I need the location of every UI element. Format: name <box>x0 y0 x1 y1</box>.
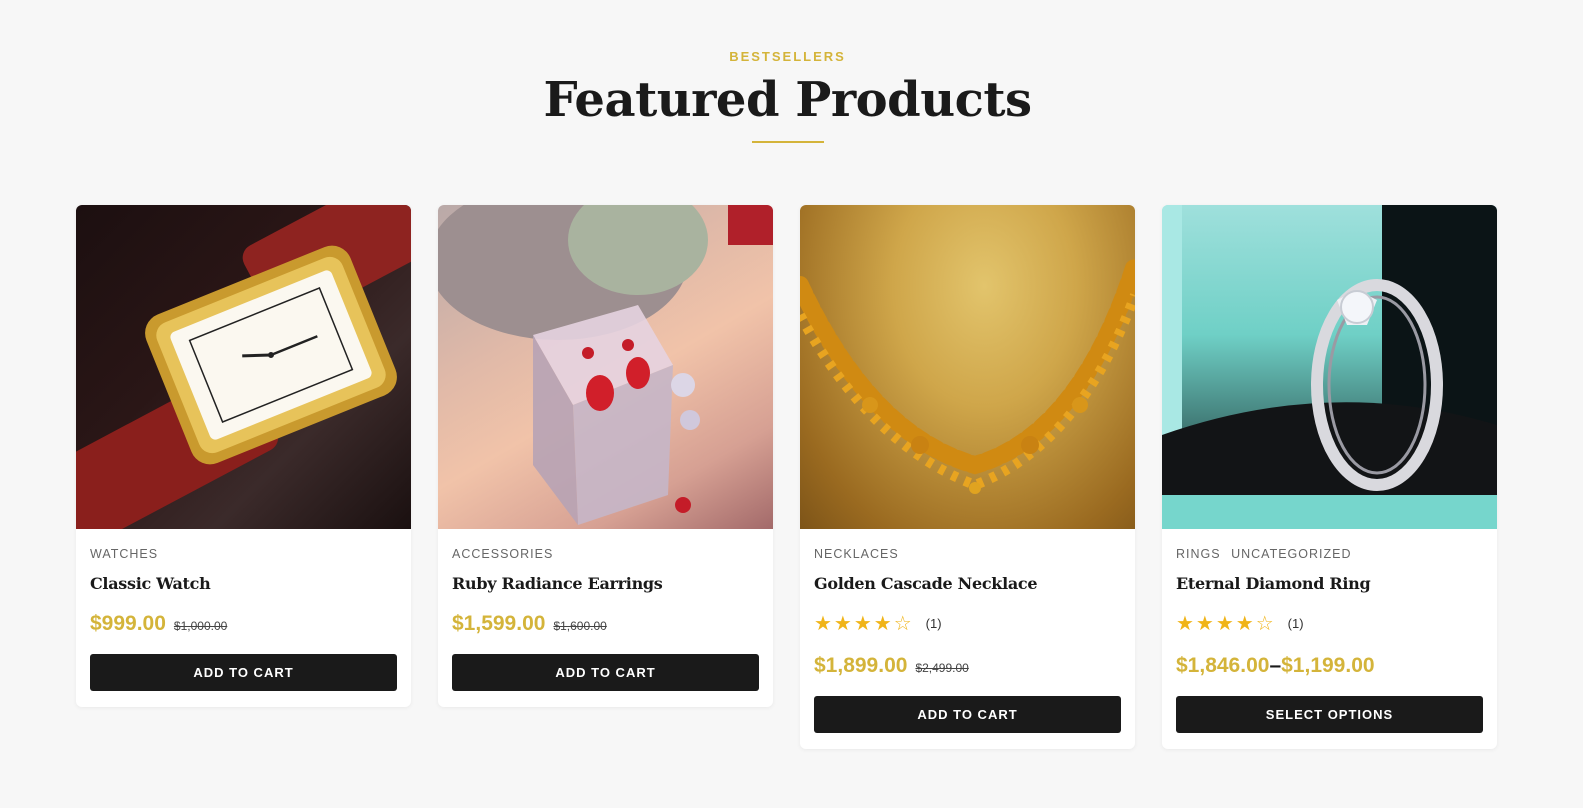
product-card-classic-watch[interactable]: WATCHES Classic Watch $999.00 $1,000.00 … <box>76 205 411 707</box>
product-price: $1,599.00 $1,600.00 <box>452 612 759 642</box>
product-price: $1,846.00 – $1,199.00 <box>1176 654 1483 684</box>
product-categories: RINGS UNCATEGORIZED <box>1176 547 1483 563</box>
price-range-dash: – <box>1269 654 1282 677</box>
product-card-diamond-ring[interactable]: RINGS UNCATEGORIZED Eternal Diamond Ring… <box>1162 205 1497 749</box>
review-count[interactable]: (1) <box>1288 616 1304 631</box>
product-image-ring[interactable] <box>1162 205 1497 529</box>
original-price: $2,499.00 <box>915 661 969 675</box>
review-count[interactable]: (1) <box>926 616 942 631</box>
category-link[interactable]: UNCATEGORIZED <box>1231 547 1351 561</box>
product-price: $999.00 $1,000.00 <box>90 612 397 642</box>
star-rating-icon: ★★★★☆ <box>1176 612 1276 635</box>
product-categories: NECKLACES <box>814 547 1121 563</box>
price-high: $1,199.00 <box>1281 654 1375 677</box>
product-rating: ★★★★☆ (1) <box>1176 612 1483 635</box>
product-card-ruby-earrings[interactable]: ACCESSORIES Ruby Radiance Earrings $1,59… <box>438 205 773 707</box>
add-to-cart-button[interactable]: ADD TO CART <box>452 654 759 691</box>
category-link[interactable]: NECKLACES <box>814 547 899 561</box>
product-rating: ★★★★☆ (1) <box>814 612 1121 635</box>
select-options-button[interactable]: SELECT OPTIONS <box>1176 696 1483 733</box>
product-categories: WATCHES <box>90 547 397 563</box>
product-name[interactable]: Golden Cascade Necklace <box>814 574 1121 596</box>
product-name[interactable]: Ruby Radiance Earrings <box>452 574 759 596</box>
section-title: Featured Products <box>543 72 1032 128</box>
eyebrow: BESTSELLERS <box>729 49 846 64</box>
category-link[interactable]: RINGS <box>1176 547 1221 561</box>
product-card-golden-necklace[interactable]: NECKLACES Golden Cascade Necklace ★★★★☆ … <box>800 205 1135 749</box>
price-low: $1,846.00 <box>1176 654 1270 677</box>
original-price: $1,600.00 <box>553 619 607 633</box>
product-image-earrings[interactable] <box>438 205 773 529</box>
product-name[interactable]: Classic Watch <box>90 574 397 596</box>
add-to-cart-button[interactable]: ADD TO CART <box>90 654 397 691</box>
sale-price: $1,599.00 <box>452 612 546 635</box>
product-name[interactable]: Eternal Diamond Ring <box>1176 574 1483 596</box>
product-categories: ACCESSORIES <box>452 547 759 563</box>
sale-price: $999.00 <box>90 612 166 635</box>
sale-price: $1,899.00 <box>814 654 908 677</box>
product-image-necklace[interactable] <box>800 205 1135 529</box>
product-price: $1,899.00 $2,499.00 <box>814 654 1121 684</box>
star-rating-icon: ★★★★☆ <box>814 612 914 635</box>
add-to-cart-button[interactable]: ADD TO CART <box>814 696 1121 733</box>
title-underline <box>752 141 824 143</box>
product-image-watch[interactable] <box>76 205 411 529</box>
category-link[interactable]: WATCHES <box>90 547 158 561</box>
original-price: $1,000.00 <box>173 619 228 633</box>
category-link[interactable]: ACCESSORIES <box>452 547 553 561</box>
